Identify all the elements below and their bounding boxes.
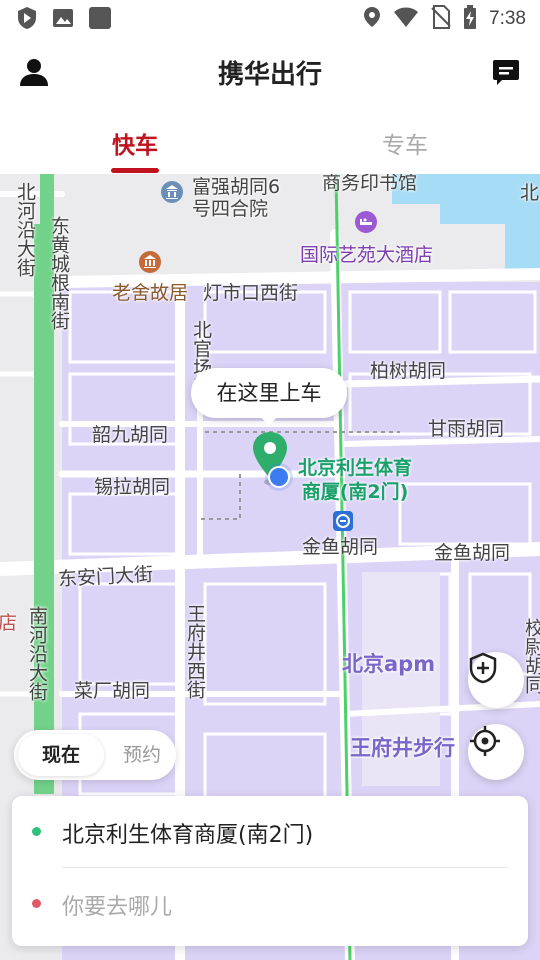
map-label-jinyu2: 金鱼胡同	[434, 542, 511, 564]
map-label-jiao: 校尉胡同	[522, 618, 540, 694]
map-label-wangfujing-xi: 王府井西街	[184, 604, 206, 699]
time-toggle: 现在 预约	[14, 730, 176, 780]
pickup-address: 北京利生体育商厦(南2门)	[62, 823, 314, 848]
status-right-icons: 7:38	[363, 5, 526, 33]
tab-zhuanche[interactable]: 专车	[382, 126, 428, 160]
locate-icon	[470, 726, 500, 756]
map-label-donghuang: 东黄城根南街	[48, 216, 70, 330]
location-icon	[363, 6, 381, 32]
locate-button[interactable]	[468, 724, 524, 780]
map-label-shaojiu: 韶九胡同	[92, 424, 169, 446]
map-label-poi: 北京利生体育商厦(南2门)	[297, 457, 412, 503]
map-label-jinyu1: 金鱼胡同	[302, 536, 379, 558]
safety-button[interactable]	[468, 652, 524, 708]
status-time: 7:38	[489, 8, 526, 29]
battery-charging-icon	[463, 5, 477, 33]
map-label-beijing-apm: 北京apm	[342, 652, 436, 676]
pickup-dot-icon	[32, 827, 41, 836]
map-label-xila: 锡拉胡同	[94, 476, 171, 498]
status-bar: 7:38	[0, 0, 540, 36]
map-label-baishu: 柏树胡同	[370, 360, 447, 382]
destination-dot-icon	[32, 899, 41, 908]
destination-placeholder: 你要去哪儿	[62, 895, 173, 920]
map-label-bei-corner: 北	[520, 182, 540, 204]
app-title: 携华出行	[217, 60, 322, 90]
pickup-bubble[interactable]: 在这里上车	[191, 368, 347, 426]
map-label-dengshikou: 灯市口西街	[203, 282, 299, 304]
app-bar: 携华出行	[0, 36, 540, 108]
map-label-nanheyan: 南河沿大街	[26, 606, 48, 701]
messages-button[interactable]	[492, 58, 520, 86]
active-tab-indicator	[111, 168, 159, 173]
map-label-shangwu: 商务印书馆	[322, 174, 418, 194]
map-label-beiheyan: 北河沿大街	[14, 182, 36, 277]
map-label-caichang: 菜厂胡同	[74, 680, 151, 702]
shield-plus-icon	[469, 652, 497, 684]
map-label-dongan: 东安门大街	[57, 563, 154, 591]
square-icon	[88, 6, 112, 34]
map-label-wangfujing-walk: 王府井步行	[350, 736, 455, 760]
map-view[interactable]: 富强胡同6号四合院 商务印书馆 北 北河沿大街 东黄城根南街 国际艺苑大酒店 老…	[0, 174, 540, 960]
pickup-address-row[interactable]: 北京利生体育商厦(南2门)	[12, 796, 528, 866]
no-sim-icon	[431, 5, 451, 33]
map-label-fuqiang: 富强胡同6号四合院	[192, 176, 281, 220]
map-label-ganyu: 甘雨胡同	[428, 418, 505, 440]
map-label-dian: 店	[0, 612, 18, 634]
status-left-icons	[16, 6, 112, 34]
tab-kuaiche[interactable]: 快车	[112, 126, 158, 160]
map-label-laoshe: 老舍故居	[112, 282, 189, 304]
address-card: 北京利生体育商厦(南2门) 你要去哪儿	[12, 796, 528, 946]
play-protect-icon	[16, 6, 38, 34]
destination-row[interactable]: 你要去哪儿	[12, 868, 528, 938]
message-icon	[493, 60, 519, 85]
image-icon	[52, 7, 74, 33]
service-tabs: 快车 专车	[0, 108, 540, 174]
map-label-guoji: 国际艺苑大酒店	[300, 244, 434, 266]
wifi-icon	[393, 6, 419, 32]
time-now-option[interactable]: 现在	[18, 734, 104, 776]
time-later-option[interactable]: 预约	[112, 734, 172, 776]
